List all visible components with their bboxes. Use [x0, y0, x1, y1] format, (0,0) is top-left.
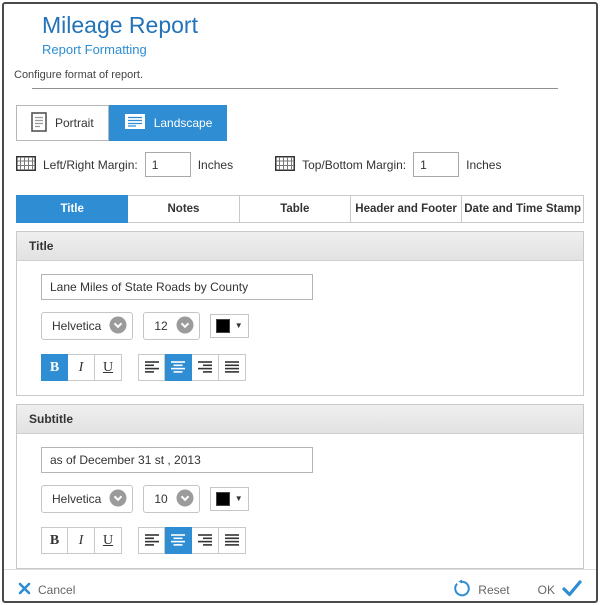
align-center-icon — [171, 533, 185, 549]
align-left-button[interactable] — [138, 527, 165, 554]
align-center-icon — [171, 360, 185, 376]
ok-check-icon — [562, 580, 582, 600]
title-font-family-value: Helvetica — [52, 319, 101, 333]
top-bottom-margin-units: Inches — [466, 158, 501, 172]
dialog-footer: Cancel Reset OK — [4, 569, 596, 603]
mileage-report-dialog: Mileage Report Report Formatting Configu… — [2, 2, 598, 603]
tab-header-and-footer[interactable]: Header and Footer — [351, 195, 462, 223]
left-right-margin-input[interactable] — [145, 152, 191, 177]
title-font-size-dropdown[interactable]: 12 — [143, 312, 199, 340]
caret-down-icon: ▼ — [235, 322, 243, 330]
bold-button[interactable]: B — [41, 527, 68, 554]
title-font-color-picker[interactable]: ▼ — [210, 314, 249, 338]
align-left-button[interactable] — [138, 354, 165, 381]
margins-row: Left/Right Margin: Inches Top/Bottom Mar… — [16, 152, 584, 177]
color-swatch — [216, 319, 230, 333]
portrait-button[interactable]: Portrait — [16, 105, 109, 141]
title-font-family-dropdown[interactable]: Helvetica — [41, 312, 133, 340]
subtitle-font-family-value: Helvetica — [52, 492, 101, 506]
color-swatch — [216, 492, 230, 506]
page-title: Mileage Report — [42, 12, 596, 39]
title-font-size-value: 12 — [154, 319, 167, 333]
tab-date-and-time-stamp[interactable]: Date and Time Stamp — [462, 195, 584, 223]
divider-line — [32, 88, 558, 89]
caret-down-icon: ▼ — [235, 495, 243, 503]
margin-grid-icon — [16, 156, 36, 174]
dialog-body: Mileage Report Report Formatting Configu… — [4, 4, 596, 603]
align-justify-icon — [225, 360, 239, 376]
portrait-label: Portrait — [55, 116, 94, 130]
ok-label: OK — [538, 583, 555, 597]
portrait-page-icon — [31, 112, 47, 135]
chevron-down-icon — [176, 316, 194, 337]
subtitle-text-input[interactable] — [41, 447, 313, 473]
underline-button[interactable]: U — [95, 354, 122, 381]
align-right-icon — [198, 360, 212, 376]
title-style-group: B I U — [41, 354, 122, 381]
landscape-button[interactable]: Landscape — [109, 105, 228, 141]
title-panel-body: Helvetica 12 ▼ — [17, 261, 583, 395]
italic-button[interactable]: I — [68, 527, 95, 554]
align-left-icon — [145, 360, 159, 376]
subtitle-font-row: Helvetica 10 ▼ — [41, 485, 559, 513]
left-right-margin-label: Left/Right Margin: — [43, 158, 138, 172]
subtitle-font-family-dropdown[interactable]: Helvetica — [41, 485, 133, 513]
reset-label: Reset — [478, 583, 509, 597]
chevron-down-icon — [176, 489, 194, 510]
top-bottom-margin-input[interactable] — [413, 152, 459, 177]
landscape-label: Landscape — [154, 116, 213, 130]
align-left-icon — [145, 533, 159, 549]
tab-table[interactable]: Table — [240, 195, 351, 223]
reset-button[interactable]: Reset — [453, 579, 509, 600]
tab-title[interactable]: Title — [16, 195, 128, 223]
title-panel-header: Title — [17, 232, 583, 261]
bold-button[interactable]: B — [41, 354, 68, 381]
landscape-page-icon — [124, 113, 146, 133]
align-right-icon — [198, 533, 212, 549]
subtitle-align-group — [138, 527, 246, 554]
cancel-button[interactable]: Cancel — [18, 582, 75, 598]
orientation-toggle: Portrait Landscape — [16, 105, 584, 141]
description-text: Configure format of report. — [14, 69, 596, 81]
align-center-button[interactable] — [165, 354, 192, 381]
title-format-row: B I U — [41, 354, 559, 381]
align-center-button[interactable] — [165, 527, 192, 554]
left-right-margin-group: Left/Right Margin: Inches — [16, 152, 233, 177]
underline-button[interactable]: U — [95, 527, 122, 554]
chevron-down-icon — [109, 489, 127, 510]
cancel-label: Cancel — [38, 583, 75, 597]
align-justify-button[interactable] — [219, 527, 246, 554]
title-align-group — [138, 354, 246, 381]
align-right-button[interactable] — [192, 527, 219, 554]
subtitle-format-row: B I U — [41, 527, 559, 554]
reset-icon — [453, 579, 471, 600]
tab-notes[interactable]: Notes — [128, 195, 239, 223]
align-right-button[interactable] — [192, 354, 219, 381]
subtitle-panel-header: Subtitle — [17, 405, 583, 434]
subtitle-panel-body: Helvetica 10 ▼ — [17, 434, 583, 568]
title-font-row: Helvetica 12 ▼ — [41, 312, 559, 340]
format-tabs: Title Notes Table Header and Footer Date… — [16, 195, 584, 223]
top-bottom-margin-group: Top/Bottom Margin: Inches — [275, 152, 501, 177]
margin-grid-icon — [275, 156, 295, 174]
cancel-x-icon — [18, 582, 31, 598]
chevron-down-icon — [109, 316, 127, 337]
subtitle-font-color-picker[interactable]: ▼ — [210, 487, 249, 511]
title-panel: Title Helvetica 12 — [16, 231, 584, 396]
subtitle-font-size-dropdown[interactable]: 10 — [143, 485, 199, 513]
page-subtitle: Report Formatting — [42, 42, 596, 57]
top-bottom-margin-label: Top/Bottom Margin: — [302, 158, 406, 172]
italic-button[interactable]: I — [68, 354, 95, 381]
ok-button[interactable]: OK — [538, 580, 582, 600]
subtitle-style-group: B I U — [41, 527, 122, 554]
align-justify-button[interactable] — [219, 354, 246, 381]
title-text-input[interactable] — [41, 274, 313, 300]
align-justify-icon — [225, 533, 239, 549]
subtitle-panel: Subtitle Helvetica 10 — [16, 404, 584, 569]
left-right-margin-units: Inches — [198, 158, 233, 172]
subtitle-font-size-value: 10 — [154, 492, 167, 506]
